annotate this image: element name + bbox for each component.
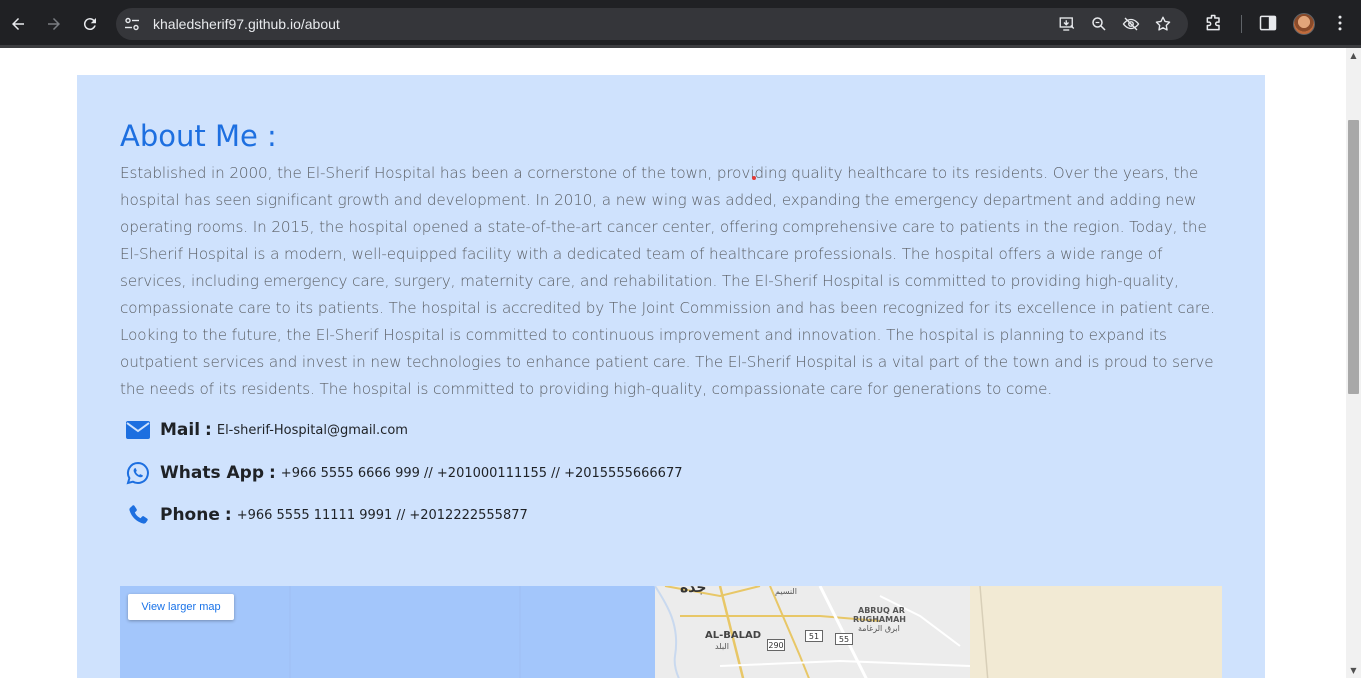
- road-290-shield: 290: [767, 639, 785, 651]
- road-55-shield: 55: [835, 633, 853, 645]
- page-scrollbar[interactable]: ▲ ▼: [1346, 48, 1361, 678]
- whatsapp-value: +966 5555 6666 999 // +201000111155 // +…: [280, 465, 683, 481]
- page-title: About Me :: [120, 119, 277, 153]
- map-label-rughamah-ar: ابرق الرغامة: [858, 624, 900, 633]
- map-roads: [289, 586, 989, 678]
- map-label-rughamah: RUGHAMAH: [853, 615, 906, 624]
- whatsapp-colon: :: [268, 463, 276, 483]
- arrow-right-icon: [48, 18, 60, 30]
- back-button[interactable]: [6, 12, 30, 36]
- envelope-icon: [125, 417, 151, 443]
- view-larger-map-button[interactable]: View larger map: [128, 594, 234, 620]
- about-card: About Me : Established in 2000, the El-S…: [77, 75, 1265, 678]
- embedded-map[interactable]: View larger map جدة النسيم AL-BALAD البل…: [120, 586, 1222, 678]
- reload-button[interactable]: [78, 12, 102, 36]
- map-label-alnaseem: النسيم: [775, 587, 797, 596]
- map-label-jeddah: جدة: [680, 586, 707, 596]
- phone-colon: :: [224, 505, 232, 525]
- reload-icon: [83, 18, 96, 31]
- phone-icon: [125, 502, 151, 528]
- map-label-abruq: ABRUQ AR: [858, 606, 905, 615]
- scrollbar-thumb[interactable]: [1348, 120, 1359, 394]
- extensions-icon[interactable]: [1204, 13, 1224, 33]
- mail-value[interactable]: El-sherif-Hospital@gmail.com: [217, 423, 408, 438]
- contact-phone: Phone : +966 5555 11111 9991 // +2012222…: [125, 500, 528, 530]
- page-viewport: About Me : Established in 2000, the El-S…: [0, 48, 1346, 678]
- address-bar[interactable]: khaledsherif97.github.io/about: [116, 8, 1188, 40]
- whatsapp-icon: [125, 460, 151, 486]
- road-51-shield: 51: [805, 630, 823, 642]
- map-label-al-balad-ar: البلد: [715, 642, 729, 651]
- mail-colon: :: [205, 420, 212, 440]
- url-text: khaledsherif97.github.io/about: [153, 16, 340, 32]
- cursor-dot: [752, 176, 756, 180]
- phone-value: +966 5555 11111 9991 // +2012222555877: [236, 507, 528, 523]
- arrow-left-icon: [12, 18, 24, 30]
- install-app-icon[interactable]: [1058, 15, 1076, 33]
- profile-avatar[interactable]: [1293, 13, 1315, 35]
- map-label-al-balad: AL-BALAD: [705, 630, 762, 641]
- contact-mail: Mail : El-sherif-Hospital@gmail.com: [125, 415, 408, 445]
- forward-button[interactable]: [42, 12, 66, 36]
- phone-label: Phone: [160, 505, 220, 525]
- zoom-icon[interactable]: [1090, 15, 1108, 33]
- scroll-down-arrow-icon[interactable]: ▼: [1346, 663, 1361, 678]
- browser-toolbar: khaledsherif97.github.io/about: [0, 0, 1361, 48]
- star-icon[interactable]: [1154, 15, 1172, 33]
- eye-slash-icon[interactable]: [1122, 15, 1140, 33]
- scroll-up-arrow-icon[interactable]: ▲: [1346, 48, 1361, 63]
- mail-label: Mail: [160, 420, 201, 440]
- site-settings-icon: [125, 17, 139, 31]
- side-panel-icon[interactable]: [1258, 13, 1278, 33]
- contact-whatsapp: Whats App : +966 5555 6666 999 // +20100…: [125, 458, 683, 488]
- toolbar-divider: [1241, 15, 1242, 33]
- whatsapp-label: Whats App: [160, 463, 264, 483]
- about-paragraph: Established in 2000, the El-Sherif Hospi…: [120, 164, 1215, 398]
- more-menu-icon[interactable]: [1330, 13, 1350, 33]
